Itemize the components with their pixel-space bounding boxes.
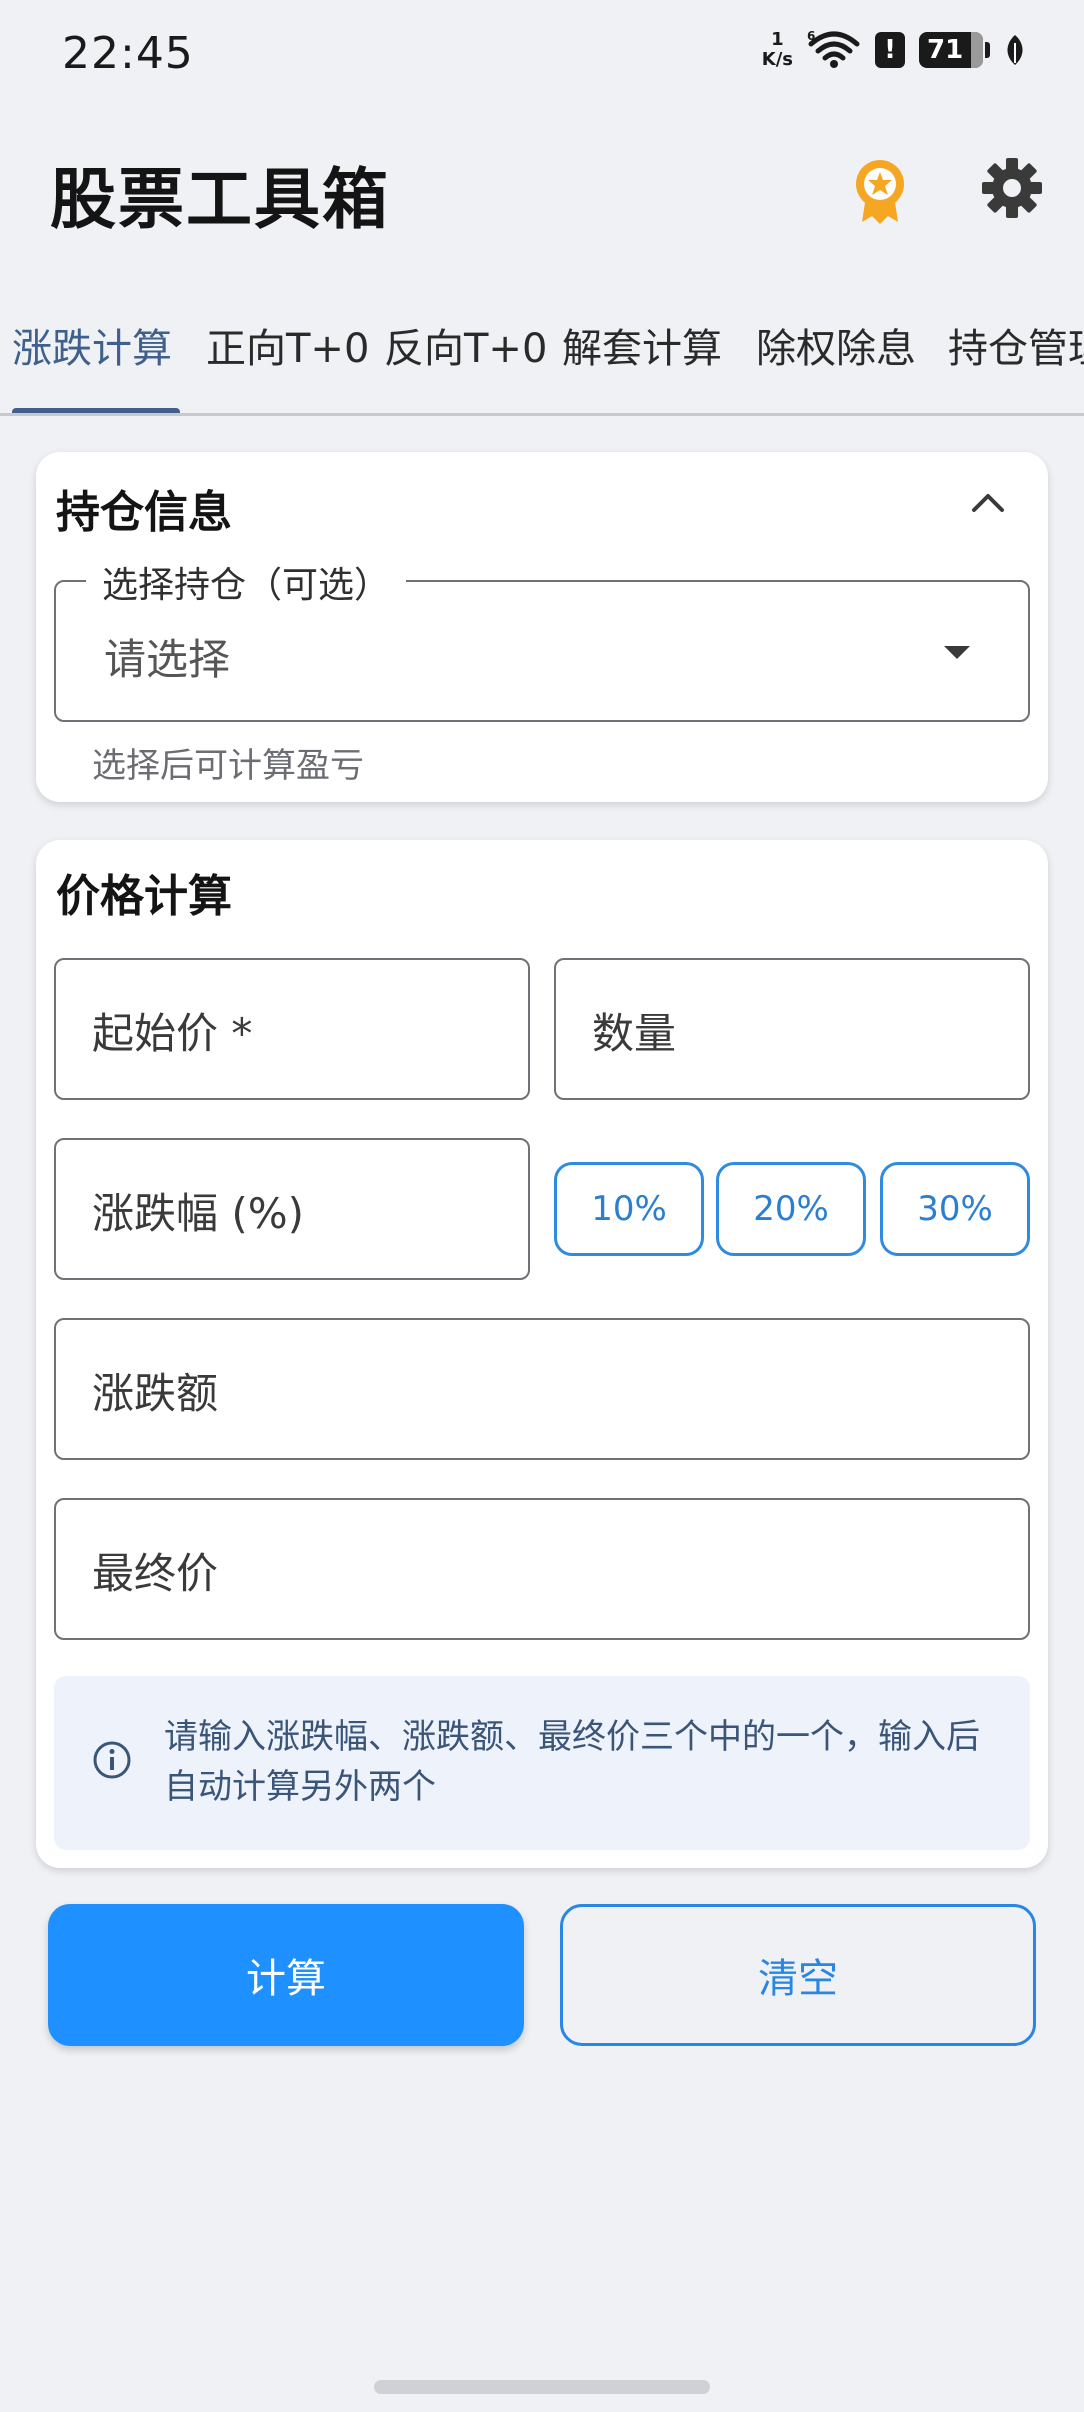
tab-forward-t0[interactable]: 正向T+0	[206, 316, 369, 374]
holding-card-title: 持仓信息	[56, 487, 232, 538]
holding-select-placeholder: 请选择	[104, 635, 231, 684]
start-price-label: 起始价 *	[92, 1009, 253, 1058]
clear-button[interactable]: 清空	[560, 1904, 1036, 2046]
holding-card: 持仓信息 选择持仓（可选） 请选择 选择后可计算盈亏	[36, 452, 1048, 802]
dropdown-arrow-icon	[944, 646, 970, 659]
network-speed-unit: K/s	[761, 49, 793, 70]
chip-10-percent[interactable]: 10%	[554, 1162, 704, 1256]
change-amount-field[interactable]: 涨跌额	[54, 1318, 1030, 1460]
battery-icon: 71	[919, 32, 990, 68]
holding-select[interactable]: 选择持仓（可选） 请选择	[54, 556, 1030, 722]
change-amount-label: 涨跌额	[92, 1369, 219, 1418]
network-speed: 1 K/s	[762, 30, 793, 70]
wifi-6-icon: 6	[807, 30, 860, 68]
info-icon	[93, 1741, 131, 1779]
status-bar: 22:45 1 K/s 6 ! 71	[0, 0, 1084, 110]
price-card-title: 价格计算	[56, 871, 232, 922]
tab-price-change[interactable]: 涨跌计算	[12, 316, 172, 374]
status-icons: 1 K/s 6 ! 71	[762, 30, 1026, 70]
quantity-field[interactable]: 数量	[554, 958, 1030, 1100]
app-title: 股票工具箱	[50, 161, 390, 238]
chip-30-percent[interactable]: 30%	[880, 1162, 1030, 1256]
tab-bar: 涨跌计算 正向T+0 反向T+0 解套计算 除权除息 持仓管理	[0, 300, 1084, 416]
change-percent-field[interactable]: 涨跌幅 (%)	[54, 1138, 530, 1280]
settings-icon[interactable]	[980, 156, 1044, 220]
tab-reverse-t0[interactable]: 反向T+0	[384, 316, 547, 374]
quantity-label: 数量	[592, 1009, 677, 1058]
info-text: 请输入涨跌幅、涨跌额、最终价三个中的一个，输入后自动计算另外两个	[164, 1717, 980, 1807]
battery-level: 71	[927, 35, 964, 65]
home-indicator[interactable]	[374, 2380, 710, 2394]
leaf-icon	[1007, 35, 1023, 65]
status-time: 22:45	[62, 28, 194, 79]
price-calc-card: 价格计算 起始价 * 数量 涨跌幅 (%) 10% 20% 30% 涨跌额 最终…	[36, 840, 1048, 1868]
tab-indicator	[12, 408, 180, 413]
network-speed-value: 1	[771, 29, 784, 50]
svg-text:6: 6	[807, 30, 815, 43]
tab-unlock-calc[interactable]: 解套计算	[562, 316, 722, 374]
start-price-field[interactable]: 起始价 *	[54, 958, 530, 1100]
tab-holdings[interactable]: 持仓管理	[948, 316, 1084, 374]
holding-select-label: 选择持仓（可选）	[86, 556, 407, 608]
alert-icon: !	[875, 32, 905, 68]
final-price-label: 最终价	[92, 1549, 219, 1598]
change-percent-label: 涨跌幅 (%)	[92, 1189, 305, 1238]
chevron-up-icon[interactable]	[970, 490, 1006, 514]
info-box: 请输入涨跌幅、涨跌额、最终价三个中的一个，输入后自动计算另外两个	[54, 1676, 1030, 1850]
medal-icon[interactable]	[852, 156, 908, 226]
calculate-button[interactable]: 计算	[48, 1904, 524, 2046]
chip-20-percent[interactable]: 20%	[716, 1162, 866, 1256]
app-bar: 股票工具箱	[0, 120, 1084, 250]
holding-helper-text: 选择后可计算盈亏	[92, 746, 364, 786]
tab-ex-rights[interactable]: 除权除息	[756, 316, 916, 374]
final-price-field[interactable]: 最终价	[54, 1498, 1030, 1640]
